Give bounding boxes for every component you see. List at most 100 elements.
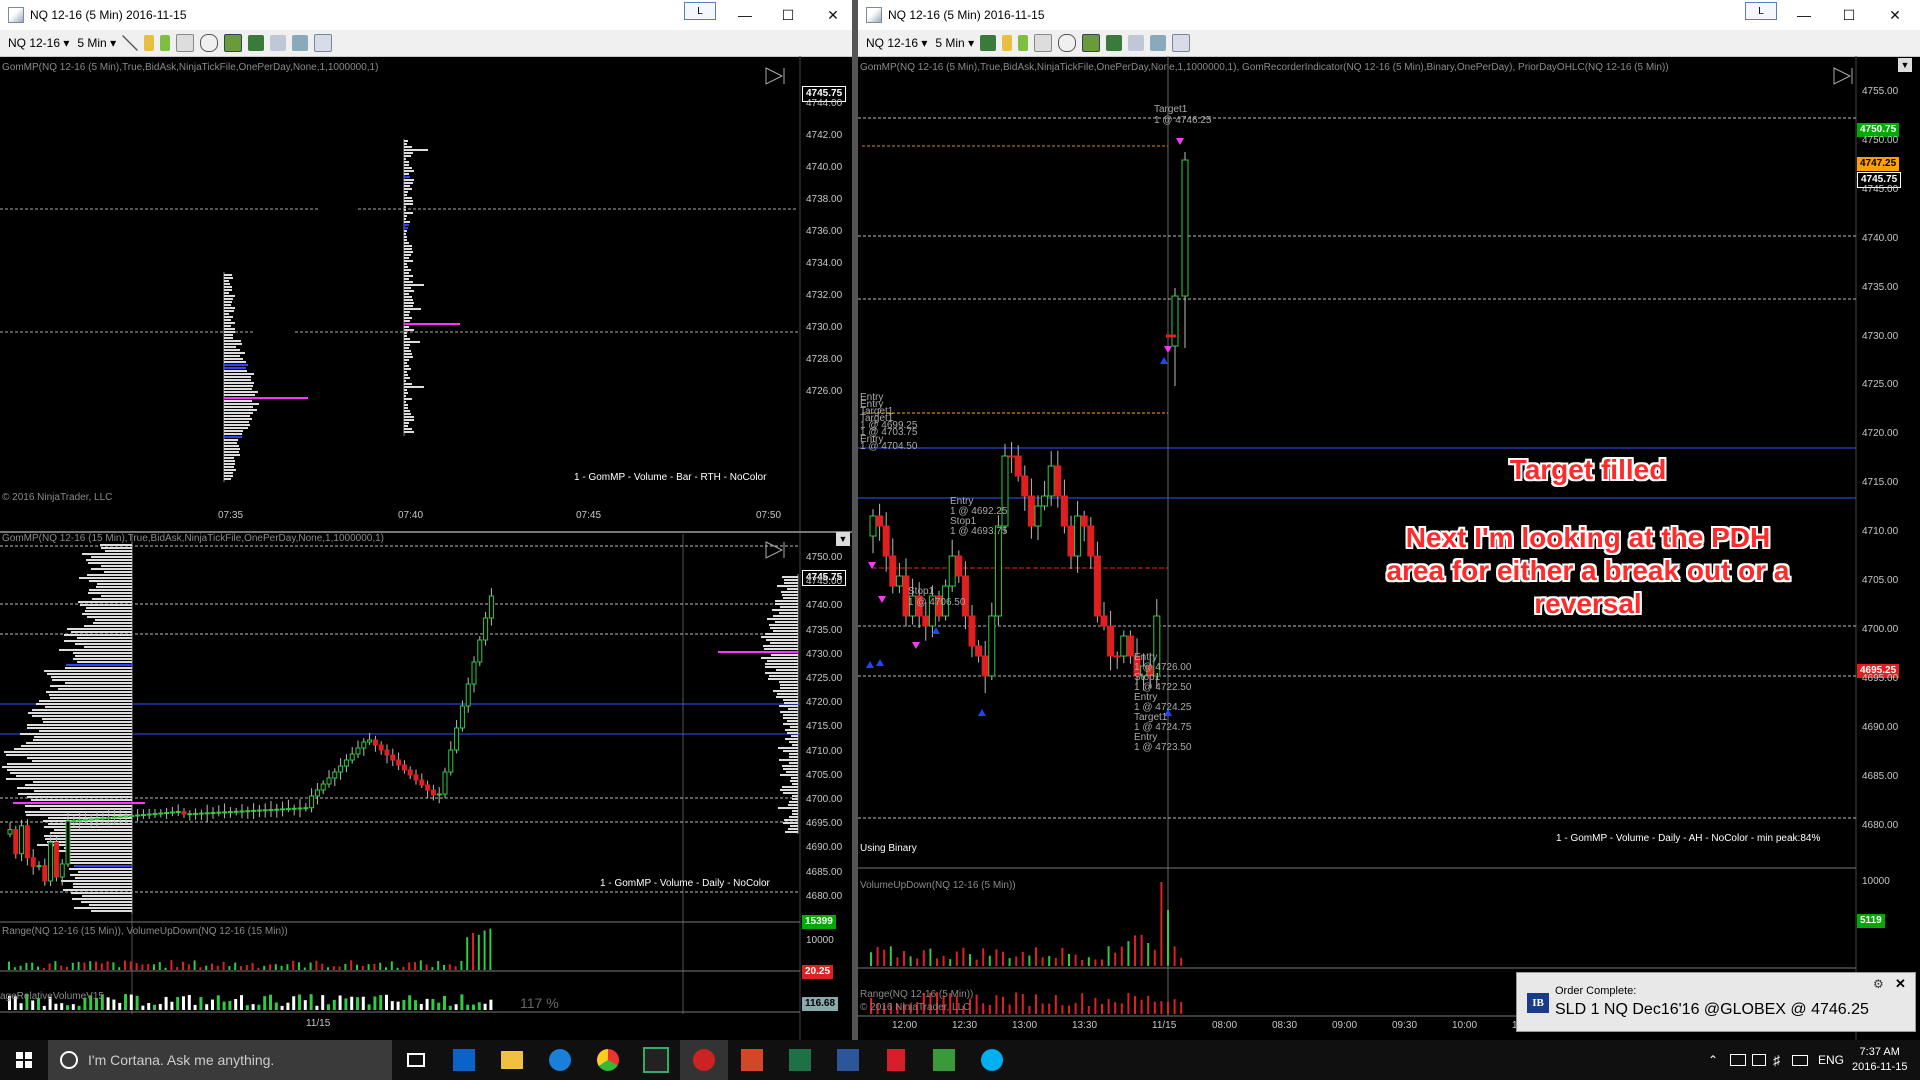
- ninjatrader-icon[interactable]: [680, 1040, 728, 1080]
- windows-start-icon[interactable]: [0, 1040, 48, 1080]
- bar-type-icon[interactable]: [224, 34, 243, 52]
- minimize-icon[interactable]: —: [1781, 0, 1827, 30]
- candle-body: [129, 815, 135, 817]
- order-complete-notification[interactable]: IB Order Complete: SLD 1 NQ Dec16'16 @GL…: [1516, 972, 1916, 1032]
- cortana-search-box[interactable]: I'm Cortana. Ask me anything.: [48, 1040, 392, 1080]
- word-icon[interactable]: [824, 1040, 872, 1080]
- zoom-icon[interactable]: [1058, 34, 1077, 52]
- maximize-icon[interactable]: ☐: [1826, 0, 1872, 30]
- close-icon[interactable]: ✕: [1872, 0, 1918, 30]
- excel-icon[interactable]: [776, 1040, 824, 1080]
- profile-row: [783, 750, 798, 752]
- profile-row: [404, 410, 410, 412]
- period-selector[interactable]: 5 Min ▾: [77, 36, 116, 50]
- scroll-end-icon[interactable]: [765, 541, 785, 559]
- profile-row: [404, 347, 409, 349]
- profile-row: [778, 747, 798, 749]
- link-button[interactable]: L: [1745, 2, 1777, 20]
- profile-row: [224, 274, 232, 276]
- chart-style-icon[interactable]: [1128, 35, 1145, 51]
- top-price-tick: 4734.00: [806, 258, 843, 269]
- tray-up-arrow-icon[interactable]: ⌃: [1708, 1053, 1718, 1067]
- cursor-icon[interactable]: [1034, 34, 1053, 52]
- chart-style-icon[interactable]: [270, 35, 287, 51]
- volume-bar: [182, 961, 184, 970]
- rel-volume-bar: [396, 1001, 400, 1010]
- outlook-icon[interactable]: [440, 1040, 488, 1080]
- monitor-icon[interactable]: [1752, 1054, 1766, 1066]
- left-titlebar[interactable]: NQ 12-16 (5 Min) 2016-11-15 L — ☐ ✕: [0, 0, 852, 30]
- clock[interactable]: 7:37 AM 2016-11-15: [1852, 1045, 1907, 1075]
- profile-row: [404, 233, 406, 235]
- range-bar: [1134, 996, 1136, 1014]
- right-chart-toolbar: NQ 12-16 ▾ 5 Min ▾: [858, 30, 1920, 57]
- bar-style-icon[interactable]: [1082, 34, 1101, 52]
- pdf-icon[interactable]: [872, 1040, 920, 1080]
- profile-row: [44, 835, 132, 837]
- toast-settings-icon[interactable]: ⚙: [1873, 977, 1884, 991]
- drawing-tools-icon[interactable]: [1018, 35, 1029, 51]
- pencil-icon[interactable]: [144, 35, 155, 51]
- range-bar: [995, 995, 998, 1014]
- drawing-tools-icon[interactable]: [160, 35, 171, 51]
- properties-icon[interactable]: [314, 34, 333, 52]
- line-tool-icon[interactable]: [122, 35, 139, 51]
- bottom-price-tick: 4750.00: [806, 552, 843, 563]
- scroll-end-icon[interactable]: [765, 67, 785, 85]
- rel-volume-bar: [460, 994, 464, 1010]
- volume-icon[interactable]: ♯: [1773, 1052, 1780, 1068]
- range-bar: [1167, 1001, 1169, 1014]
- right-titlebar[interactable]: NQ 12-16 (5 Min) 2016-11-15 L — ☐ ✕: [858, 0, 1920, 30]
- task-view-icon[interactable]: [392, 1040, 440, 1080]
- profile-row: [93, 622, 132, 624]
- zoom-icon[interactable]: [200, 34, 219, 52]
- indicators-icon[interactable]: [292, 35, 309, 51]
- profile-row: [404, 329, 414, 331]
- cursor-icon[interactable]: [176, 34, 195, 52]
- link-button[interactable]: L: [684, 2, 716, 20]
- powerpoint-icon[interactable]: [728, 1040, 776, 1080]
- bar-type-icon[interactable]: [980, 35, 997, 51]
- skype-icon[interactable]: [968, 1040, 1016, 1080]
- candle-body: [413, 774, 419, 781]
- language-indicator[interactable]: ENG: [1818, 1053, 1844, 1067]
- profile-row: [70, 874, 132, 876]
- scroll-end-icon[interactable]: [1833, 67, 1853, 85]
- keyboard-icon[interactable]: [1792, 1054, 1808, 1066]
- period-selector[interactable]: 5 Min ▾: [935, 36, 974, 50]
- edge-icon[interactable]: [536, 1040, 584, 1080]
- rel-volume-bar: [263, 996, 267, 1010]
- candle-body: [262, 809, 268, 812]
- profile-row: [404, 182, 413, 184]
- tws-icon[interactable]: [632, 1040, 680, 1080]
- close-icon[interactable]: ✕: [810, 0, 852, 30]
- candle-body: [19, 825, 25, 855]
- chart-window-icon: [866, 7, 882, 23]
- file-explorer-icon[interactable]: [488, 1040, 536, 1080]
- candlestick-icon[interactable]: [1106, 35, 1123, 51]
- chrome-icon[interactable]: [584, 1040, 632, 1080]
- right-time-tick: 12:00: [892, 1020, 918, 1031]
- bottom-price-tick: 4695.00: [806, 818, 843, 830]
- sell-marker: [1176, 138, 1184, 145]
- instrument-selector[interactable]: NQ 12-16 ▾: [8, 36, 69, 50]
- pencil-icon[interactable]: [1002, 35, 1013, 51]
- candlestick-icon[interactable]: [248, 35, 265, 51]
- profile-row: [404, 275, 413, 277]
- network-icon[interactable]: [1730, 1054, 1746, 1066]
- maximize-icon[interactable]: ☐: [765, 0, 811, 30]
- profile-row: [224, 322, 235, 324]
- profile-row: [75, 877, 132, 879]
- profile-row: [788, 708, 798, 710]
- rel-volume-bar: [437, 1002, 441, 1010]
- minimize-icon[interactable]: —: [722, 0, 768, 30]
- instrument-selector[interactable]: NQ 12-16 ▾: [866, 36, 927, 50]
- app-green-icon[interactable]: [920, 1040, 968, 1080]
- indicators-icon[interactable]: [1150, 35, 1167, 51]
- profile-row: [26, 742, 132, 744]
- rel-volume-bar: [367, 1004, 371, 1010]
- volume-bar: [425, 964, 428, 970]
- properties-icon[interactable]: [1172, 34, 1191, 52]
- profile-row: [224, 475, 233, 477]
- toast-close-icon[interactable]: ✕: [1895, 976, 1906, 992]
